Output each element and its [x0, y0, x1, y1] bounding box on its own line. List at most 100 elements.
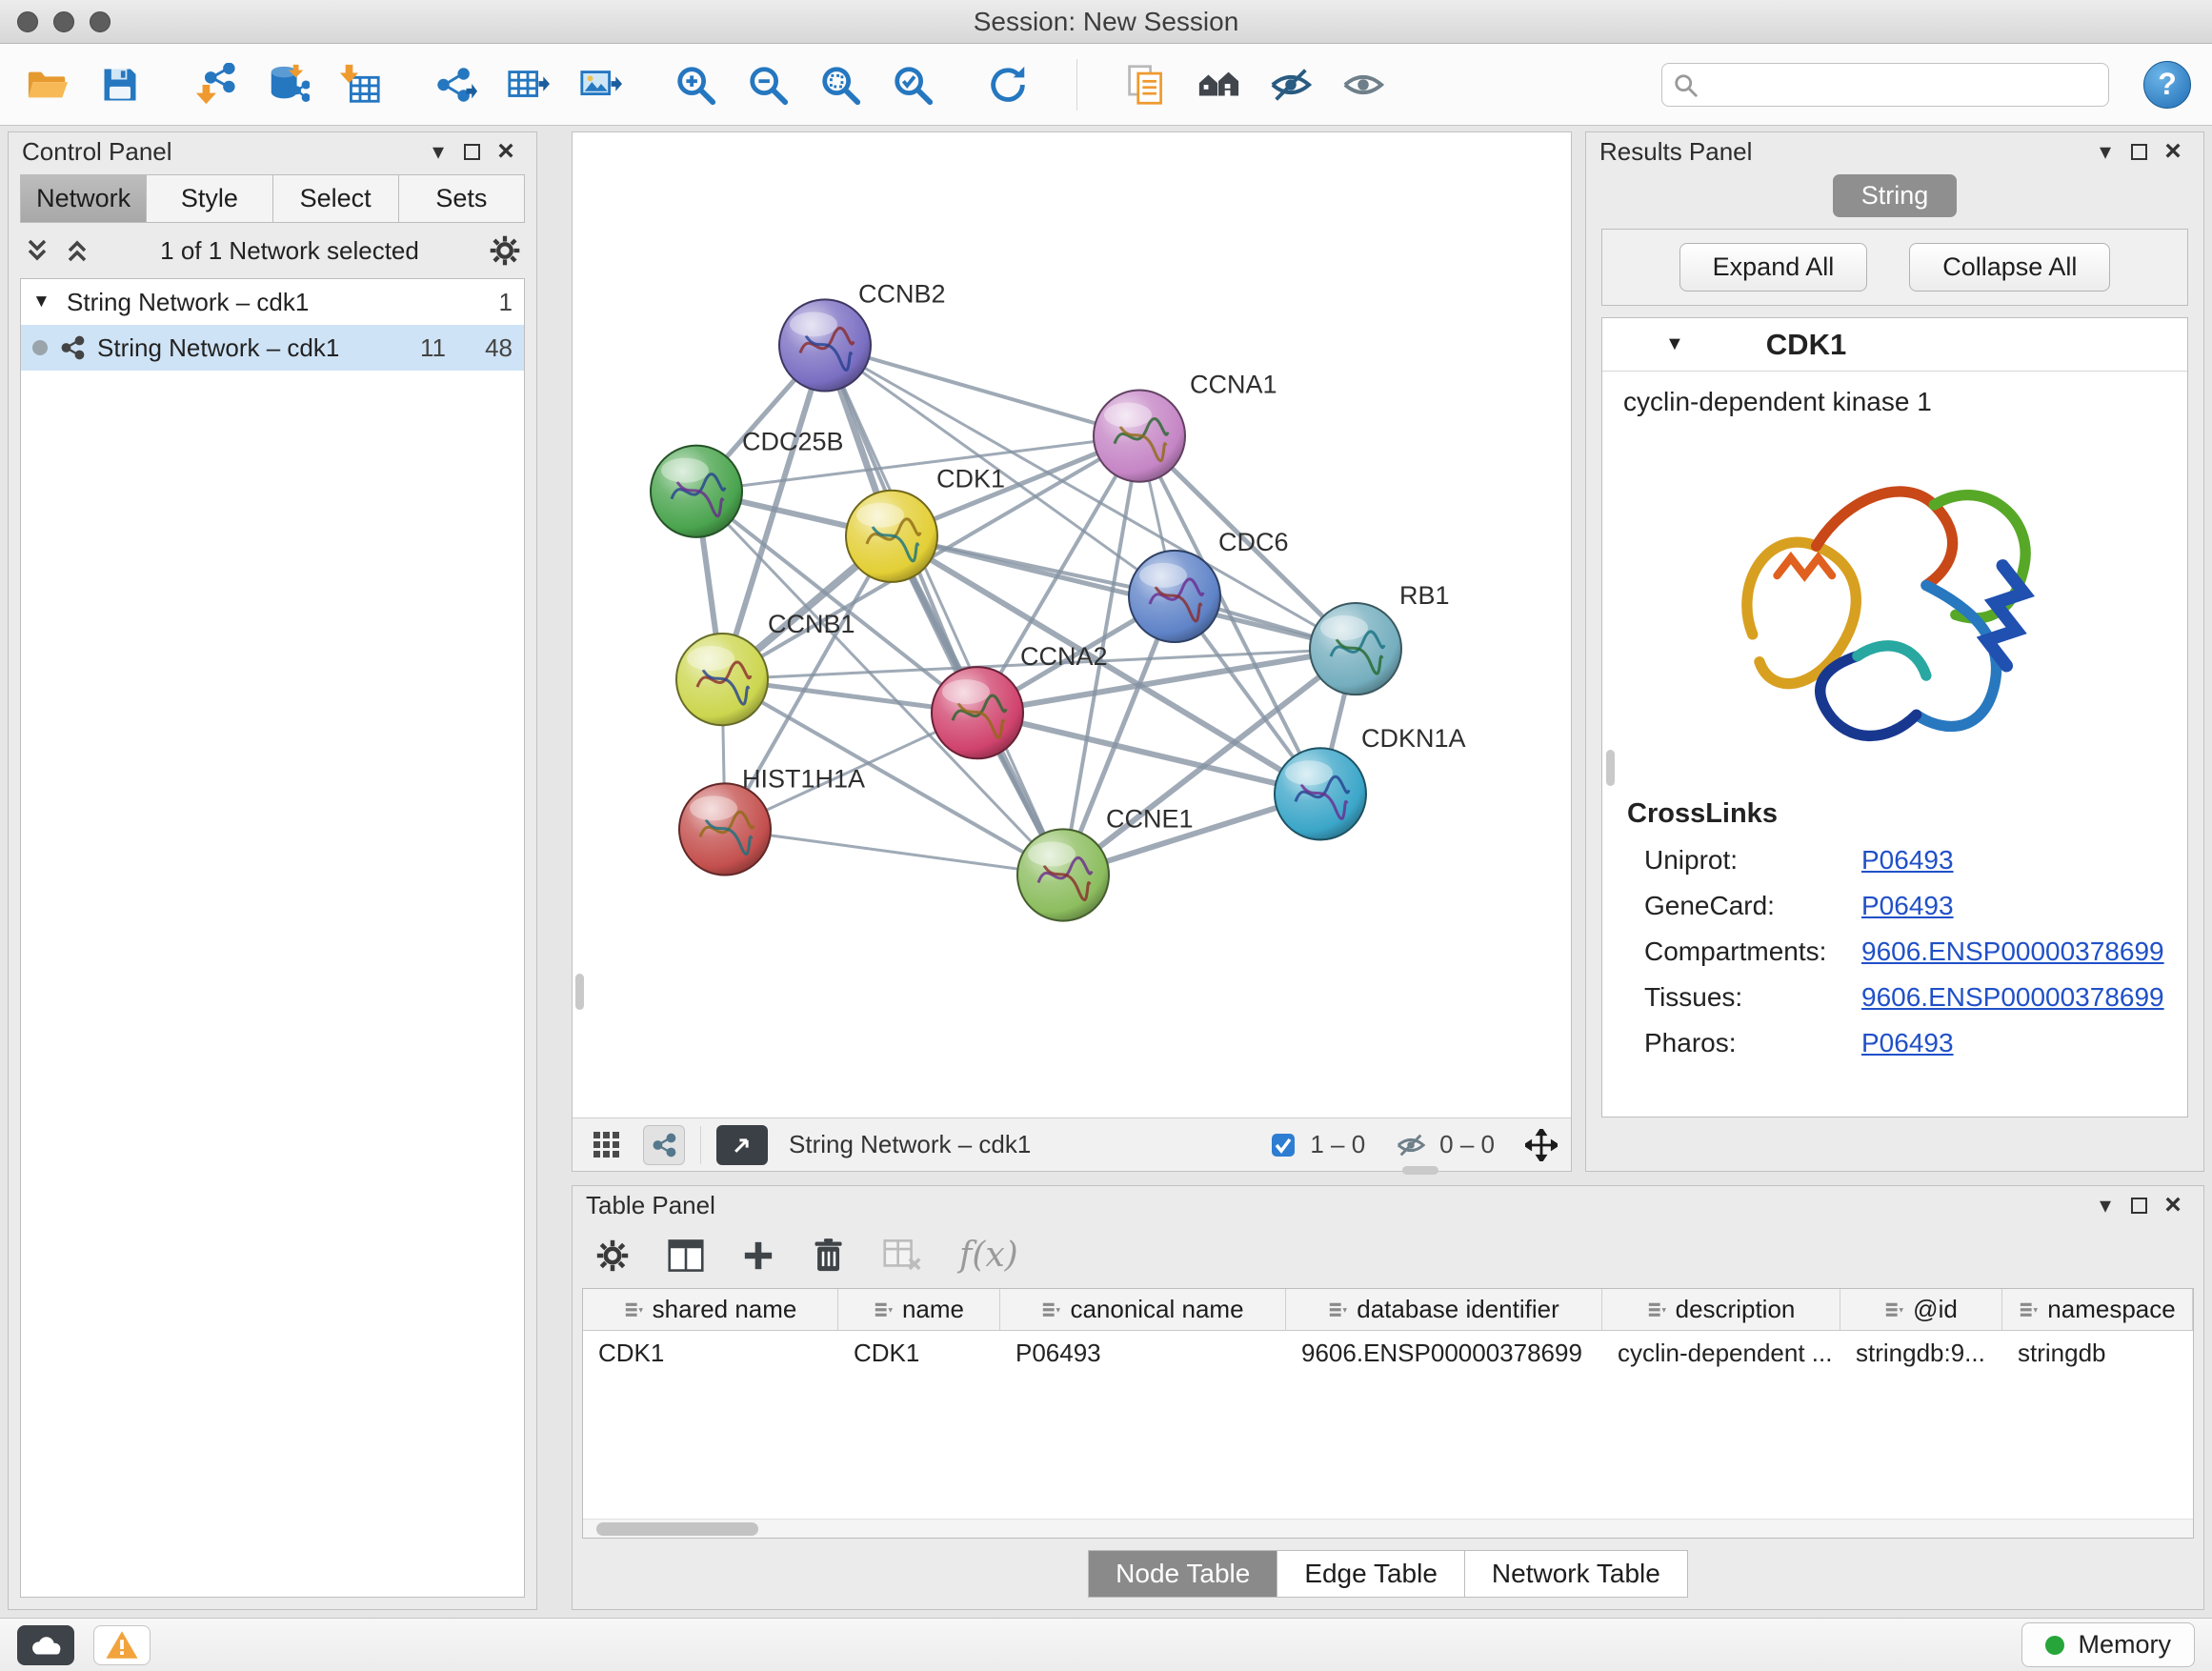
- hide-graphics-button[interactable]: [1264, 58, 1317, 111]
- tab-style[interactable]: Style: [147, 174, 272, 223]
- network-overview-button[interactable]: [643, 1125, 685, 1165]
- network-node-ccnb2[interactable]: [779, 299, 871, 391]
- select-columns-icon[interactable]: [668, 1238, 704, 1273]
- add-column-icon[interactable]: [742, 1239, 774, 1272]
- network-edge[interactable]: [825, 345, 1063, 875]
- panel-close-icon[interactable]: ×: [489, 137, 523, 166]
- export-network-button[interactable]: [429, 58, 482, 111]
- panel-close-icon[interactable]: ×: [2156, 137, 2190, 166]
- panel-close-icon[interactable]: ×: [2156, 1191, 2190, 1219]
- scrollbar-thumb[interactable]: [596, 1522, 758, 1536]
- column-header-shared-name[interactable]: shared name: [583, 1289, 838, 1330]
- column-header-canonical-name[interactable]: canonical name: [1000, 1289, 1286, 1330]
- table-cell[interactable]: stringdb: [2002, 1339, 2193, 1368]
- import-network-file-button[interactable]: [189, 58, 242, 111]
- column-header--id[interactable]: @id: [1840, 1289, 2002, 1330]
- birds-eye-view-button[interactable]: [586, 1125, 628, 1165]
- expand-all-icon[interactable]: [64, 237, 90, 264]
- open-in-new-window-button[interactable]: [716, 1125, 768, 1165]
- network-node-ccna2[interactable]: [932, 667, 1023, 758]
- copy-document-button[interactable]: [1119, 58, 1173, 111]
- table-cell[interactable]: P06493: [1000, 1339, 1286, 1368]
- network-tree-root-row[interactable]: ▼ String Network – cdk1 1: [21, 279, 524, 325]
- column-header-description[interactable]: description: [1602, 1289, 1840, 1330]
- cloud-button[interactable]: [17, 1625, 74, 1665]
- zoom-in-button[interactable]: [669, 58, 722, 111]
- save-session-button[interactable]: [93, 58, 147, 111]
- network-tree-child-row[interactable]: String Network – cdk1 11 48: [21, 325, 524, 371]
- search-input[interactable]: [1661, 63, 2109, 107]
- panel-float-icon[interactable]: [464, 144, 480, 160]
- table-settings-gear-icon[interactable]: [595, 1238, 630, 1273]
- tab-network[interactable]: Network: [20, 174, 147, 223]
- tab-network-table[interactable]: Network Table: [1465, 1550, 1688, 1598]
- tab-node-table[interactable]: Node Table: [1088, 1550, 1277, 1598]
- import-table-button[interactable]: [333, 58, 387, 111]
- protein-header[interactable]: ▼ CDK1: [1602, 318, 2187, 372]
- section-collapse-icon[interactable]: ▼: [1665, 333, 1684, 355]
- panel-menu-icon[interactable]: ▾: [2088, 138, 2122, 166]
- network-node-rb1[interactable]: [1310, 603, 1401, 695]
- crosslink-link[interactable]: 9606.ENSP00000378699: [1861, 936, 2164, 967]
- panel-float-icon[interactable]: [2131, 1198, 2147, 1214]
- table-cell[interactable]: CDK1: [838, 1339, 1000, 1368]
- table-cell[interactable]: 9606.ENSP00000378699: [1286, 1339, 1602, 1368]
- crosslink-link[interactable]: P06493: [1861, 891, 1954, 921]
- panel-float-icon[interactable]: [2131, 144, 2147, 160]
- window-minimize-button[interactable]: [53, 11, 74, 32]
- horizontal-scrollbar[interactable]: [583, 1519, 2193, 1538]
- column-header-database-identifier[interactable]: database identifier: [1286, 1289, 1602, 1330]
- zoom-selected-button[interactable]: [886, 58, 939, 111]
- selected-checkbox-icon[interactable]: [1270, 1132, 1297, 1158]
- table-cell[interactable]: stringdb:9...: [1840, 1339, 2002, 1368]
- zoom-out-button[interactable]: [741, 58, 794, 111]
- network-node-cdc25b[interactable]: [651, 446, 742, 537]
- function-builder-icon[interactable]: f(x): [959, 1236, 1018, 1275]
- export-table-button[interactable]: [501, 58, 554, 111]
- network-node-cdc6[interactable]: [1129, 551, 1220, 642]
- home-button[interactable]: [1192, 58, 1245, 111]
- memory-button[interactable]: Memory: [2021, 1622, 2195, 1667]
- zoom-fit-button[interactable]: [814, 58, 867, 111]
- import-network-database-button[interactable]: [261, 58, 314, 111]
- window-zoom-button[interactable]: [90, 11, 111, 32]
- tab-select[interactable]: Select: [273, 174, 399, 223]
- network-node-cdk1[interactable]: [846, 491, 937, 582]
- expand-all-button[interactable]: Expand All: [1679, 243, 1868, 292]
- pan-crosshair-icon[interactable]: [1525, 1129, 1558, 1161]
- crosslink-link[interactable]: 9606.ENSP00000378699: [1861, 982, 2164, 1013]
- tab-sets[interactable]: Sets: [399, 174, 525, 223]
- refresh-layout-button[interactable]: [981, 58, 1035, 111]
- tree-expander-icon[interactable]: ▼: [32, 292, 55, 312]
- column-header-namespace[interactable]: namespace: [2002, 1289, 2193, 1330]
- open-session-button[interactable]: [21, 58, 74, 111]
- bottom-divider-handle[interactable]: [1402, 1166, 1438, 1175]
- network-node-cdkn1a[interactable]: [1275, 748, 1366, 839]
- network-node-ccna1[interactable]: [1094, 391, 1185, 482]
- network-node-hist1h1a[interactable]: [679, 783, 771, 875]
- network-canvas-svg[interactable]: CCNB2CCNA1CDC25BCDK1CDC6RB1CCNB1CCNA2CDK…: [573, 132, 1571, 1117]
- crosslink-link[interactable]: P06493: [1861, 1028, 1954, 1058]
- tab-edge-table[interactable]: Edge Table: [1277, 1550, 1465, 1598]
- right-divider-handle[interactable]: [1606, 750, 1615, 786]
- collapse-all-button[interactable]: Collapse All: [1909, 243, 2110, 292]
- table-cell[interactable]: cyclin-dependent ...: [1602, 1339, 1840, 1368]
- network-edge[interactable]: [725, 829, 1063, 875]
- collapse-all-icon[interactable]: [24, 237, 50, 264]
- show-graphics-button[interactable]: [1337, 58, 1390, 111]
- window-close-button[interactable]: [17, 11, 38, 32]
- left-divider-handle[interactable]: [575, 974, 584, 1010]
- table-cell[interactable]: CDK1: [583, 1339, 838, 1368]
- network-node-ccne1[interactable]: [1017, 829, 1109, 920]
- network-canvas[interactable]: CCNB2CCNA1CDC25BCDK1CDC6RB1CCNB1CCNA2CDK…: [573, 132, 1571, 1117]
- panel-menu-icon[interactable]: ▾: [2088, 1192, 2122, 1219]
- delete-column-icon[interactable]: [813, 1238, 845, 1274]
- help-button[interactable]: ?: [2143, 61, 2191, 109]
- gear-icon[interactable]: [489, 234, 521, 267]
- table-row[interactable]: CDK1CDK1P064939606.ENSP00000378699cyclin…: [583, 1331, 2193, 1375]
- network-edge[interactable]: [825, 345, 1139, 435]
- hidden-eye-icon[interactable]: [1396, 1131, 1426, 1159]
- column-header-name[interactable]: name: [838, 1289, 1000, 1330]
- warning-button[interactable]: [93, 1625, 151, 1665]
- network-node-ccnb1[interactable]: [676, 634, 768, 725]
